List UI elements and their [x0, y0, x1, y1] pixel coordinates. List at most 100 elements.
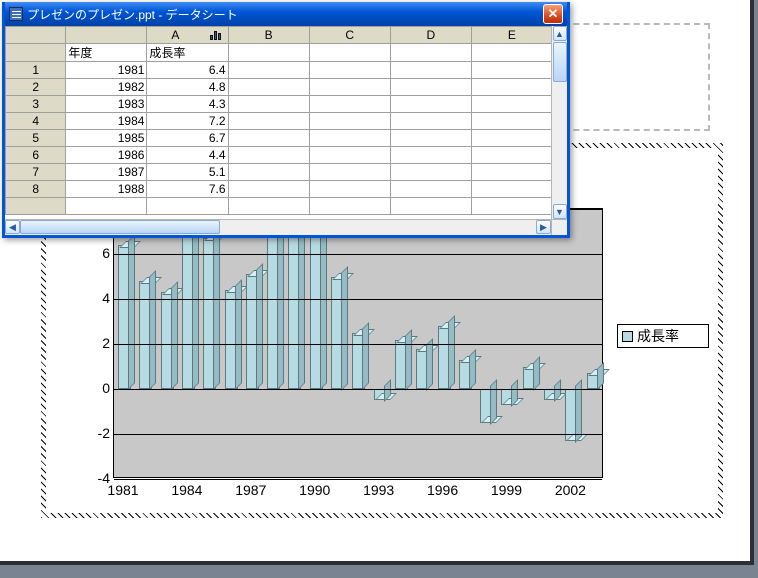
column-header[interactable]: E [471, 27, 551, 44]
cell[interactable]: 5.1 [147, 164, 228, 181]
chart-bar[interactable] [416, 349, 429, 390]
cell[interactable] [228, 164, 309, 181]
datasheet-titlebar[interactable]: プレゼンのプレゼン.ppt - データシート ✕ [5, 2, 567, 26]
cell[interactable] [471, 79, 551, 96]
row-header[interactable]: 1 [6, 62, 66, 79]
category-header-cell[interactable]: 年度 [66, 44, 147, 62]
chart-bar[interactable] [501, 389, 514, 405]
chart-bar[interactable] [310, 234, 323, 389]
cell[interactable] [309, 181, 390, 198]
datasheet-grid[interactable]: ABCDE年度成長率119816.4219824.8319834.3419847… [5, 26, 551, 219]
cell[interactable]: 6.7 [147, 130, 228, 147]
cell[interactable] [228, 181, 309, 198]
cell[interactable] [471, 62, 551, 79]
close-button[interactable]: ✕ [543, 4, 563, 24]
scroll-down-button[interactable]: ▼ [553, 204, 567, 219]
cell[interactable]: 1983 [66, 96, 147, 113]
chart-bar[interactable] [438, 326, 451, 389]
horizontal-scroll-track[interactable] [220, 220, 536, 235]
chart-bar[interactable] [246, 274, 259, 389]
chart-bar[interactable] [161, 292, 174, 389]
cell[interactable]: 1987 [66, 164, 147, 181]
cell[interactable]: 1986 [66, 147, 147, 164]
scroll-up-button[interactable]: ▲ [553, 26, 567, 41]
chart-bar[interactable] [459, 360, 472, 389]
chart-bar[interactable] [395, 340, 408, 390]
horizontal-scroll-thumb[interactable] [20, 220, 220, 234]
column-header[interactable] [66, 27, 147, 44]
row-header[interactable]: 8 [6, 181, 66, 198]
vertical-scrollbar[interactable]: ▲ ▼ [551, 26, 567, 219]
cell[interactable] [228, 130, 309, 147]
row-header[interactable]: 2 [6, 79, 66, 96]
cell[interactable] [390, 62, 471, 79]
cell[interactable]: 1981 [66, 62, 147, 79]
cell[interactable] [228, 96, 309, 113]
chart-bar[interactable] [352, 333, 365, 389]
cell[interactable] [228, 147, 309, 164]
cell[interactable] [309, 79, 390, 96]
cell[interactable] [309, 62, 390, 79]
cell[interactable] [228, 113, 309, 130]
cell[interactable] [309, 113, 390, 130]
cell[interactable]: 1982 [66, 79, 147, 96]
vertical-scroll-track[interactable] [552, 83, 567, 204]
chart-legend[interactable]: 成長率 [617, 324, 709, 348]
chart-bar[interactable] [544, 389, 557, 400]
chart-bar[interactable] [139, 281, 152, 389]
cell[interactable]: 4.8 [147, 79, 228, 96]
cell[interactable]: 1985 [66, 130, 147, 147]
cell[interactable] [228, 79, 309, 96]
row-header[interactable]: 7 [6, 164, 66, 181]
scroll-left-button[interactable]: ◀ [5, 220, 20, 234]
cell[interactable] [390, 147, 471, 164]
cell[interactable] [228, 62, 309, 79]
series-header-cell[interactable]: 成長率 [147, 44, 228, 62]
row-header[interactable]: 6 [6, 147, 66, 164]
cell[interactable] [471, 113, 551, 130]
column-header[interactable]: A [147, 27, 228, 44]
cell[interactable] [390, 96, 471, 113]
cell[interactable] [471, 181, 551, 198]
chart-bar[interactable] [288, 227, 301, 389]
chart-bar[interactable] [587, 373, 600, 389]
row-header[interactable]: 5 [6, 130, 66, 147]
scroll-right-button[interactable]: ▶ [536, 220, 551, 234]
chart-bar[interactable] [565, 389, 578, 441]
cell[interactable] [309, 130, 390, 147]
row-header[interactable]: 4 [6, 113, 66, 130]
cell[interactable]: 4.4 [147, 147, 228, 164]
horizontal-scrollbar[interactable]: ◀ ▶ [5, 219, 551, 235]
chart-bar[interactable] [523, 367, 536, 390]
chart-bar[interactable] [203, 238, 216, 389]
column-header[interactable]: C [309, 27, 390, 44]
datasheet-window[interactable]: プレゼンのプレゼン.ppt - データシート ✕ ABCDE 年度成長率 11981… [2, 2, 570, 238]
cell[interactable] [471, 96, 551, 113]
cell[interactable] [390, 181, 471, 198]
cell[interactable] [390, 79, 471, 96]
chart-bar[interactable] [480, 389, 493, 423]
cell[interactable]: 6.4 [147, 62, 228, 79]
cell[interactable] [471, 130, 551, 147]
cell[interactable]: 7.6 [147, 181, 228, 198]
chart-bar[interactable] [225, 290, 238, 389]
cell[interactable] [309, 147, 390, 164]
chart-bar[interactable] [374, 389, 387, 400]
chart-bar[interactable] [118, 245, 131, 389]
cell[interactable] [471, 147, 551, 164]
vertical-scroll-thumb[interactable] [553, 42, 567, 82]
chart-bar[interactable] [182, 227, 195, 389]
row-header[interactable]: 3 [6, 96, 66, 113]
cell[interactable] [390, 130, 471, 147]
cell[interactable] [309, 96, 390, 113]
cell[interactable]: 1984 [66, 113, 147, 130]
chart-bar[interactable] [267, 218, 280, 389]
cell[interactable] [309, 164, 390, 181]
cell[interactable]: 1988 [66, 181, 147, 198]
chart-bar[interactable] [331, 277, 344, 390]
cell[interactable]: 7.2 [147, 113, 228, 130]
cell[interactable]: 4.3 [147, 96, 228, 113]
cell[interactable] [390, 164, 471, 181]
column-header[interactable]: B [228, 27, 309, 44]
column-header[interactable]: D [390, 27, 471, 44]
